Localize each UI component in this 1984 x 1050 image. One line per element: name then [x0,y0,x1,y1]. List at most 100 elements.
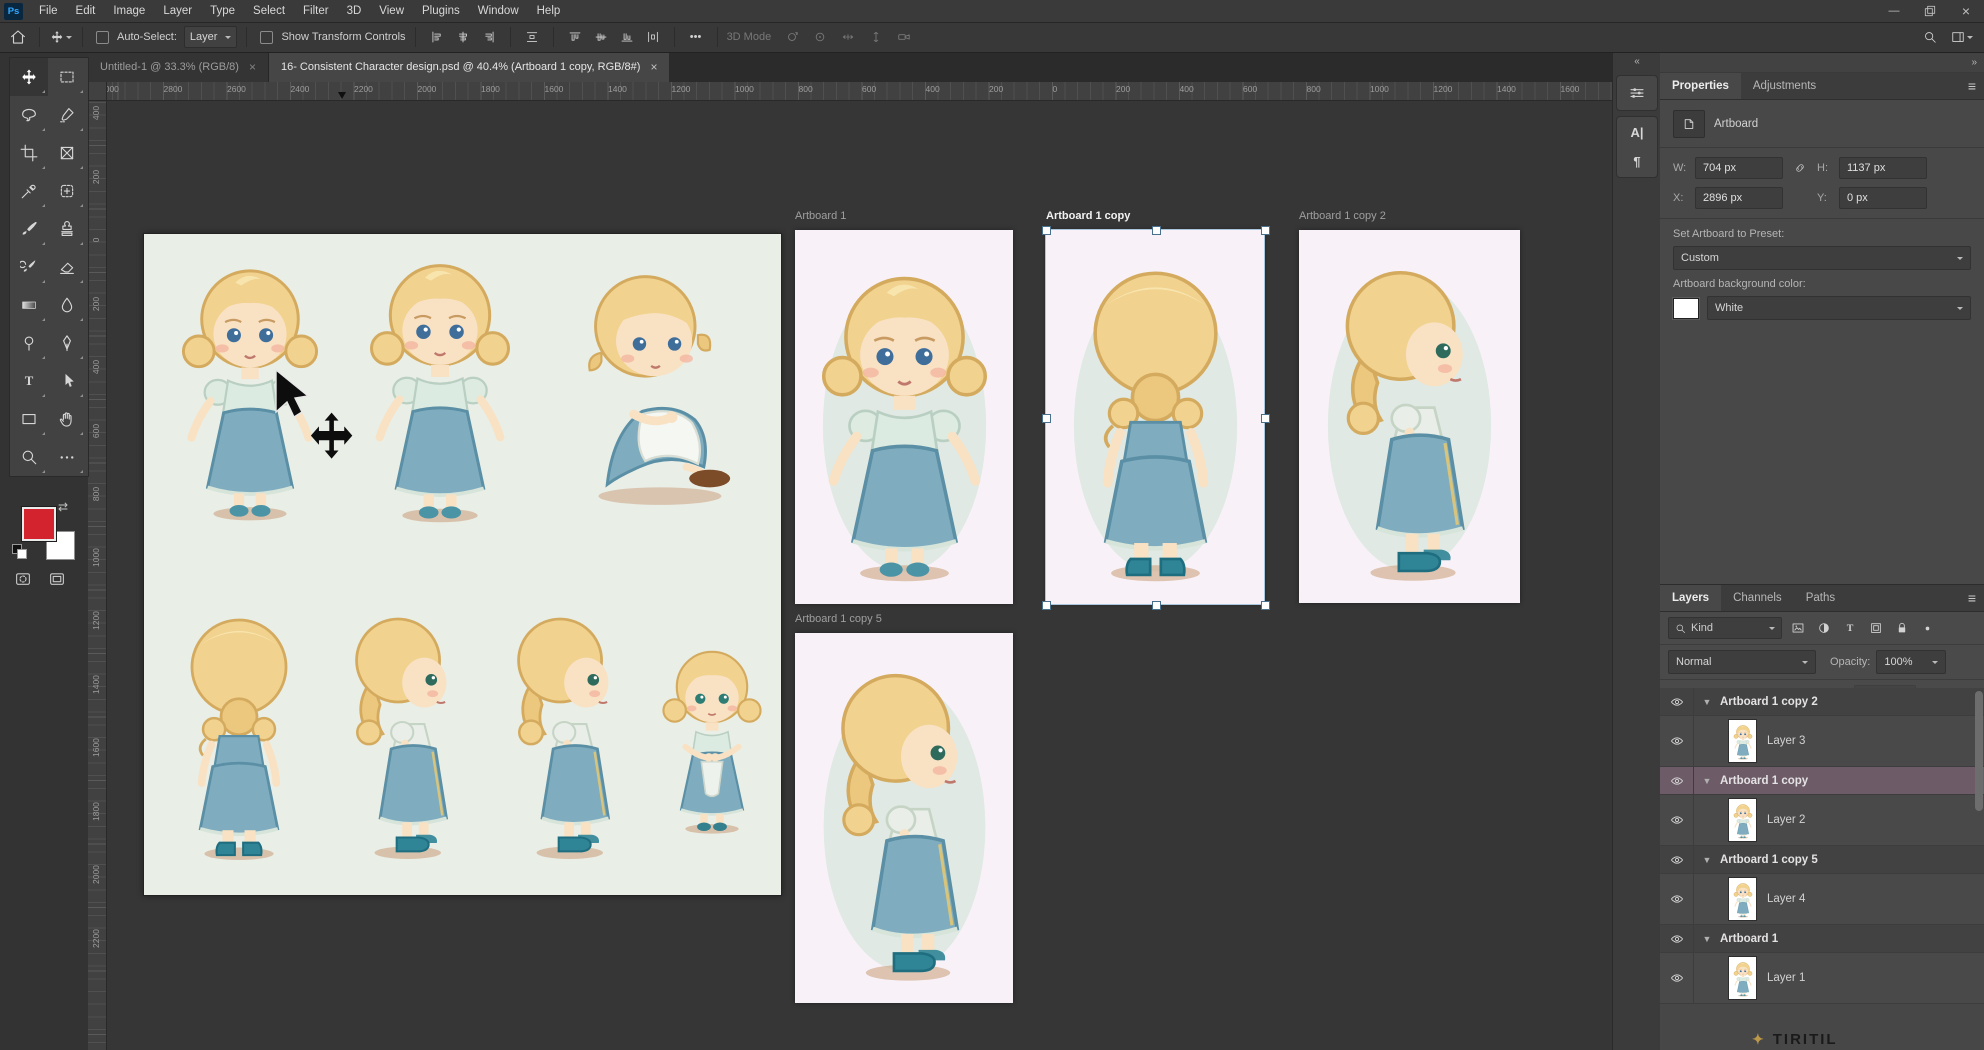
expand-chevron-icon[interactable]: ▼ [1694,697,1720,707]
tab-layers[interactable]: Layers [1660,585,1721,611]
align-r-button[interactable] [477,26,501,48]
link-dimensions-icon[interactable] [1793,161,1807,175]
layer-thumbnail[interactable] [1728,956,1757,1000]
layer-filter-kind-dropdown[interactable]: Kind [1668,617,1782,639]
document-tab-character-design[interactable]: 16- Consistent Character design.psd @ 40… [269,52,670,82]
clone-stamp-tool[interactable] [48,210,86,248]
collapsed-paragraph-panel-icon[interactable]: ¶ [1633,154,1640,169]
expand-panels-button[interactable]: « [1613,52,1661,70]
align-m-button[interactable] [589,26,613,48]
visibility-eye-icon[interactable] [1660,874,1694,924]
tab-paths[interactable]: Paths [1794,585,1847,611]
zoom-tool[interactable] [10,438,48,476]
transform-handle[interactable] [1042,414,1051,423]
blur-tool[interactable] [48,286,86,324]
height-field[interactable]: 1137 px [1839,157,1927,179]
artboard-label[interactable]: Artboard 1 [795,210,846,222]
visibility-eye-icon[interactable] [1660,767,1694,794]
artboard-label[interactable]: Artboard 1 copy 5 [795,613,882,625]
x-field[interactable]: 2896 px [1695,187,1783,209]
tab-properties[interactable]: Properties [1660,73,1741,99]
minimize-button[interactable]: — [1876,0,1912,22]
swap-colors-icon[interactable]: ⇄ [58,500,68,514]
menu-layer[interactable]: Layer [154,0,201,22]
visibility-eye-icon[interactable] [1660,688,1694,715]
close-tab-icon[interactable]: × [650,60,657,74]
artboard-row-artboard-1-copy-5[interactable]: ▼Artboard 1 copy 5 [1660,846,1984,874]
align-b-button[interactable] [615,26,639,48]
collapsed-panel-sliders-icon[interactable] [1628,84,1646,102]
restore-button[interactable] [1912,0,1948,22]
scrollbar-thumb[interactable] [1975,691,1983,811]
blend-mode-dropdown[interactable]: Normal [1668,650,1816,674]
y-field[interactable]: 0 px [1839,187,1927,209]
layer-row-layer-2[interactable]: Layer 2 [1660,795,1984,846]
menu-select[interactable]: Select [244,0,294,22]
transform-handle[interactable] [1261,226,1270,235]
workspace-switcher-button[interactable] [1950,26,1974,48]
filter-type-layers-button[interactable]: T [1839,618,1860,638]
artboard-artboard-1-copy-5[interactable] [795,633,1013,1003]
filter-shape-layers-button[interactable] [1865,618,1886,638]
artboard-row-artboard-1-copy-2[interactable]: ▼Artboard 1 copy 2 [1660,688,1984,716]
search-button[interactable] [1918,26,1942,48]
close-button[interactable]: × [1948,0,1984,22]
menu-help[interactable]: Help [528,0,570,22]
artboard-artboard-1[interactable] [795,230,1013,604]
collapse-panels-button[interactable]: » [1971,57,1977,68]
menu-window[interactable]: Window [469,0,528,22]
canvas-area[interactable]: 3000280026002400220020001800160014001200… [88,82,1612,1050]
filter-adjustment-layers-button[interactable] [1813,618,1834,638]
tab-channels[interactable]: Channels [1721,585,1794,611]
crop-tool[interactable] [10,134,48,172]
opacity-field[interactable]: 100% [1876,650,1946,674]
layer-row-layer-1[interactable]: Layer 1 [1660,953,1984,1004]
move-tool[interactable] [10,58,48,96]
transform-handle[interactable] [1152,601,1161,610]
layer-thumbnail[interactable] [1728,719,1757,763]
type-tool[interactable]: T [10,362,48,400]
expand-chevron-icon[interactable]: ▼ [1694,776,1720,786]
artboard-artboard-1-copy-2[interactable] [1299,230,1520,603]
menu-view[interactable]: View [370,0,413,22]
home-button[interactable] [6,26,30,48]
transform-handle[interactable] [1152,226,1161,235]
hand-tool[interactable] [48,400,86,438]
menu-file[interactable]: File [30,0,67,22]
panel-menu-icon[interactable]: ≡ [1968,585,1984,611]
menu-image[interactable]: Image [104,0,154,22]
transform-handle[interactable] [1042,226,1051,235]
history-brush-tool[interactable] [10,248,48,286]
transform-handle[interactable] [1261,414,1270,423]
artboard-row-artboard-1-copy[interactable]: ▼Artboard 1 copy [1660,767,1984,795]
rectangle-tool[interactable] [10,400,48,438]
artboard-label[interactable]: Artboard 1 copy [1046,210,1130,222]
visibility-eye-icon[interactable] [1660,795,1694,845]
layer-row-layer-4[interactable]: Layer 4 [1660,874,1984,925]
transform-handle[interactable] [1261,601,1270,610]
artboard-bg-dropdown[interactable]: White [1707,296,1971,320]
visibility-eye-icon[interactable] [1660,716,1694,766]
close-tab-icon[interactable]: × [249,60,256,74]
menu-filter[interactable]: Filter [294,0,338,22]
dist-h-button[interactable] [641,26,665,48]
tab-adjustments[interactable]: Adjustments [1741,73,1828,99]
transform-handle[interactable] [1042,601,1051,610]
visibility-eye-icon[interactable] [1660,846,1694,873]
foreground-color-swatch[interactable] [22,507,56,541]
healing-brush-tool[interactable] [48,172,86,210]
filter-smart-objects-button[interactable] [1891,618,1912,638]
artboard-label[interactable]: Artboard 1 copy 2 [1299,210,1386,222]
default-colors-icon[interactable] [12,544,28,558]
tool-preset-button[interactable] [49,26,73,48]
menu-type[interactable]: Type [201,0,244,22]
artboard-preset-dropdown[interactable]: Custom [1673,246,1971,270]
path-selection-tool[interactable] [48,362,86,400]
dodge-tool[interactable] [10,324,48,362]
visibility-eye-icon[interactable] [1660,953,1694,1003]
show-transform-checkbox[interactable] [260,31,273,44]
width-field[interactable]: 704 px [1695,157,1783,179]
edit-toolbar-tool[interactable] [48,438,86,476]
gradient-tool[interactable] [10,286,48,324]
menu-plugins[interactable]: Plugins [413,0,469,22]
